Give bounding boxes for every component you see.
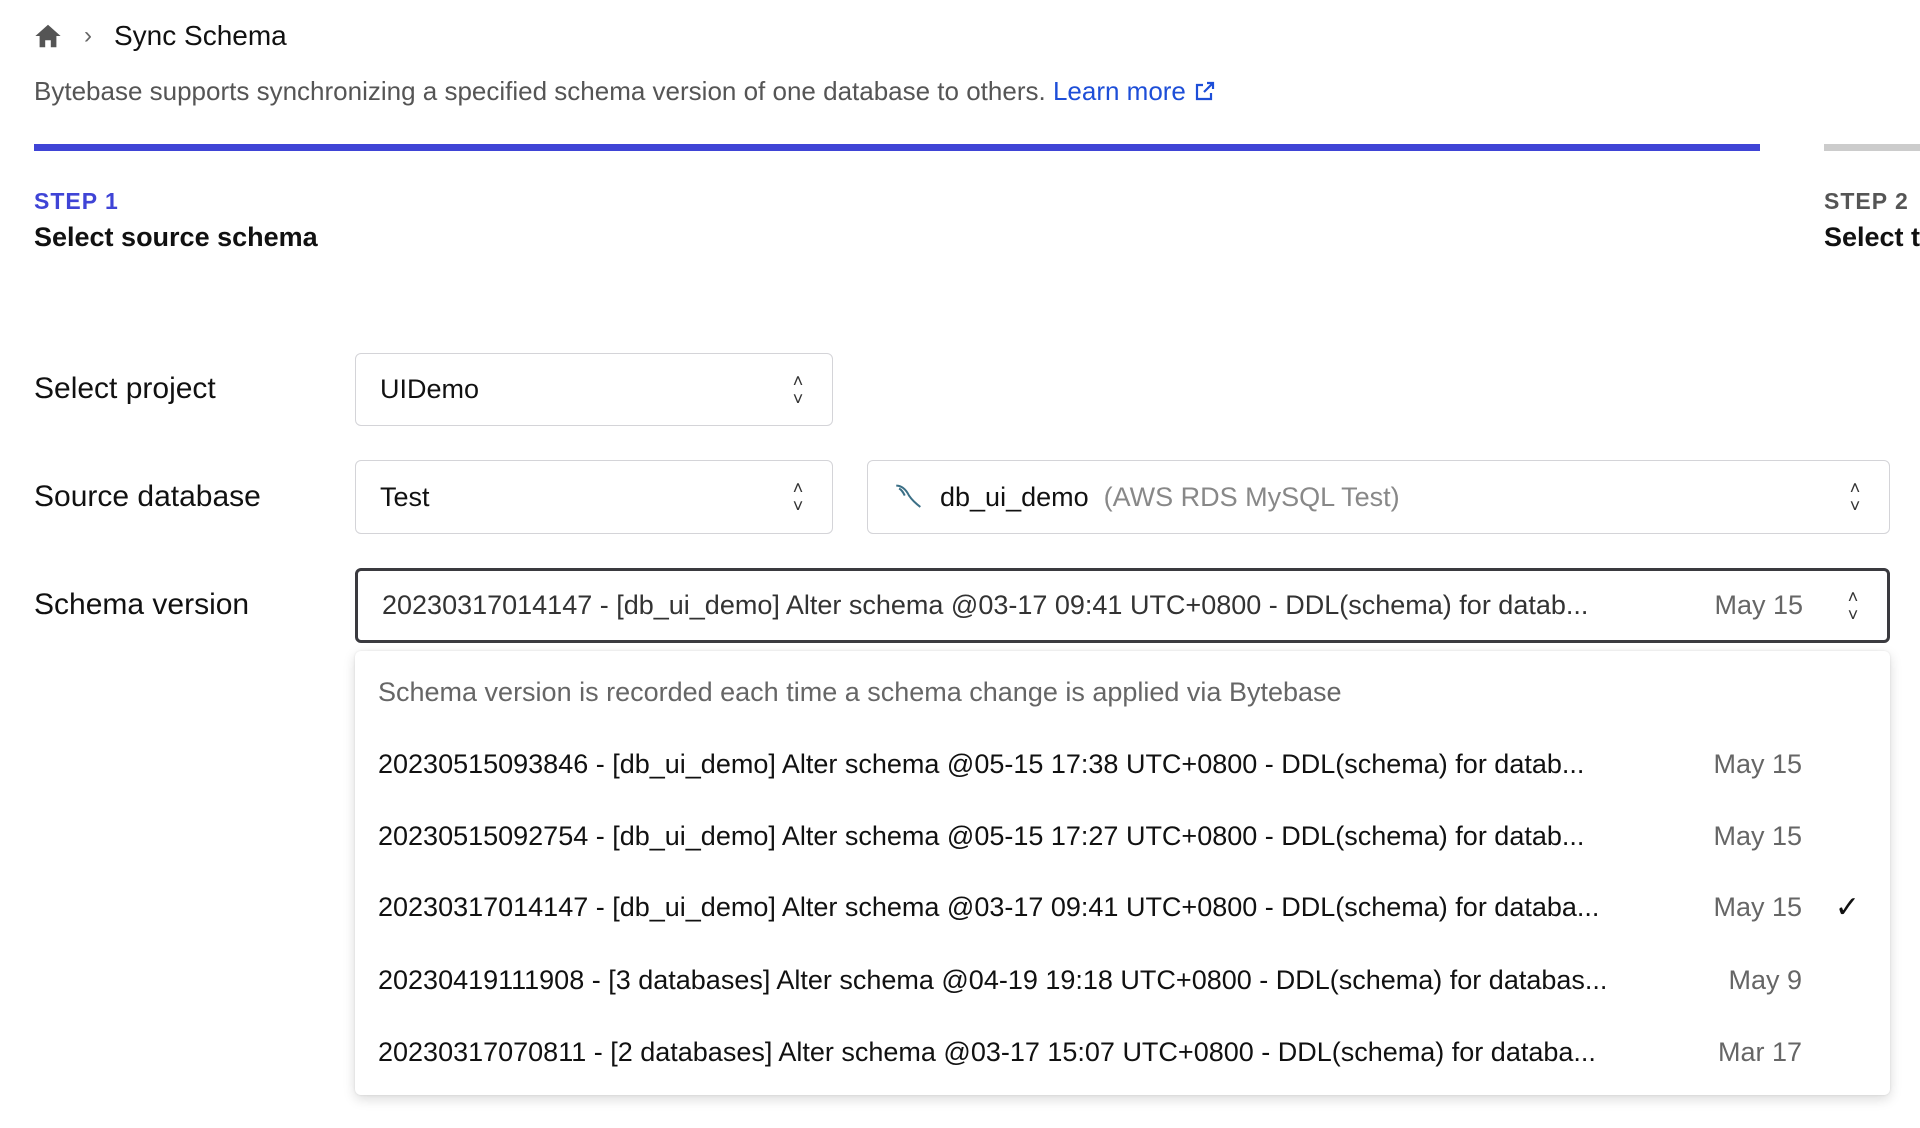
select-project-label: Select project [34, 372, 216, 405]
schema-version-dropdown: Schema version is recorded each time a s… [355, 651, 1890, 1095]
chevron-right-icon: › [84, 22, 92, 49]
step-2-progress [1824, 144, 1920, 151]
external-link-icon [1196, 81, 1215, 101]
database-select[interactable]: db_ui_demo (AWS RDS MySQL Test) ˄ ˅ [867, 460, 1890, 534]
sort-arrows-icon: ˄ ˅ [1849, 478, 1861, 516]
step-2-number: STEP 2 [1824, 188, 1909, 214]
source-database-label: Source database [34, 480, 261, 513]
dropdown-option[interactable]: 20230419111908 - [3 databases] Alter sch… [378, 950, 1860, 1010]
dropdown-option-selected[interactable]: 20230317014147 - [db_ui_demo] Alter sche… [378, 877, 1860, 937]
dropdown-hint: Schema version is recorded each time a s… [378, 676, 1342, 707]
dropdown-option[interactable]: 20230515092754 - [db_ui_demo] Alter sche… [378, 806, 1860, 866]
page-description: Bytebase supports synchronizing a specif… [34, 76, 1217, 107]
schema-version-select[interactable]: 20230317014147 - [db_ui_demo] Alter sche… [355, 568, 1890, 643]
instance-name: (AWS RDS MySQL Test) [1103, 481, 1400, 512]
sort-arrows-icon: ˄ ˅ [1847, 586, 1859, 625]
step-1-title: Select source schema [34, 222, 318, 252]
dropdown-option[interactable]: 20230317070811 - [2 databases] Alter sch… [378, 1022, 1860, 1082]
dropdown-option[interactable]: 20230515093846 - [db_ui_demo] Alter sche… [378, 734, 1860, 794]
sort-arrows-icon: ˄ ˅ [792, 370, 804, 409]
project-select[interactable]: UIDemo ˄ ˅ [355, 353, 833, 426]
breadcrumb-current: Sync Schema [114, 20, 287, 51]
check-icon: ✓ [1834, 890, 1860, 924]
schema-version-label: Schema version [34, 588, 250, 621]
environment-select[interactable]: Test ˄ ˅ [355, 460, 833, 534]
learn-more-link[interactable]: Learn more [1053, 76, 1217, 106]
step-2-title: Select t [1824, 222, 1920, 252]
database-name: db_ui_demo [940, 481, 1089, 512]
step-1-progress [34, 144, 1760, 151]
home-icon[interactable] [34, 22, 62, 50]
mysql-icon [896, 484, 921, 508]
breadcrumb: › Sync Schema [34, 20, 287, 52]
sort-arrows-icon: ˄ ˅ [792, 478, 804, 516]
step-1-number: STEP 1 [34, 188, 119, 214]
